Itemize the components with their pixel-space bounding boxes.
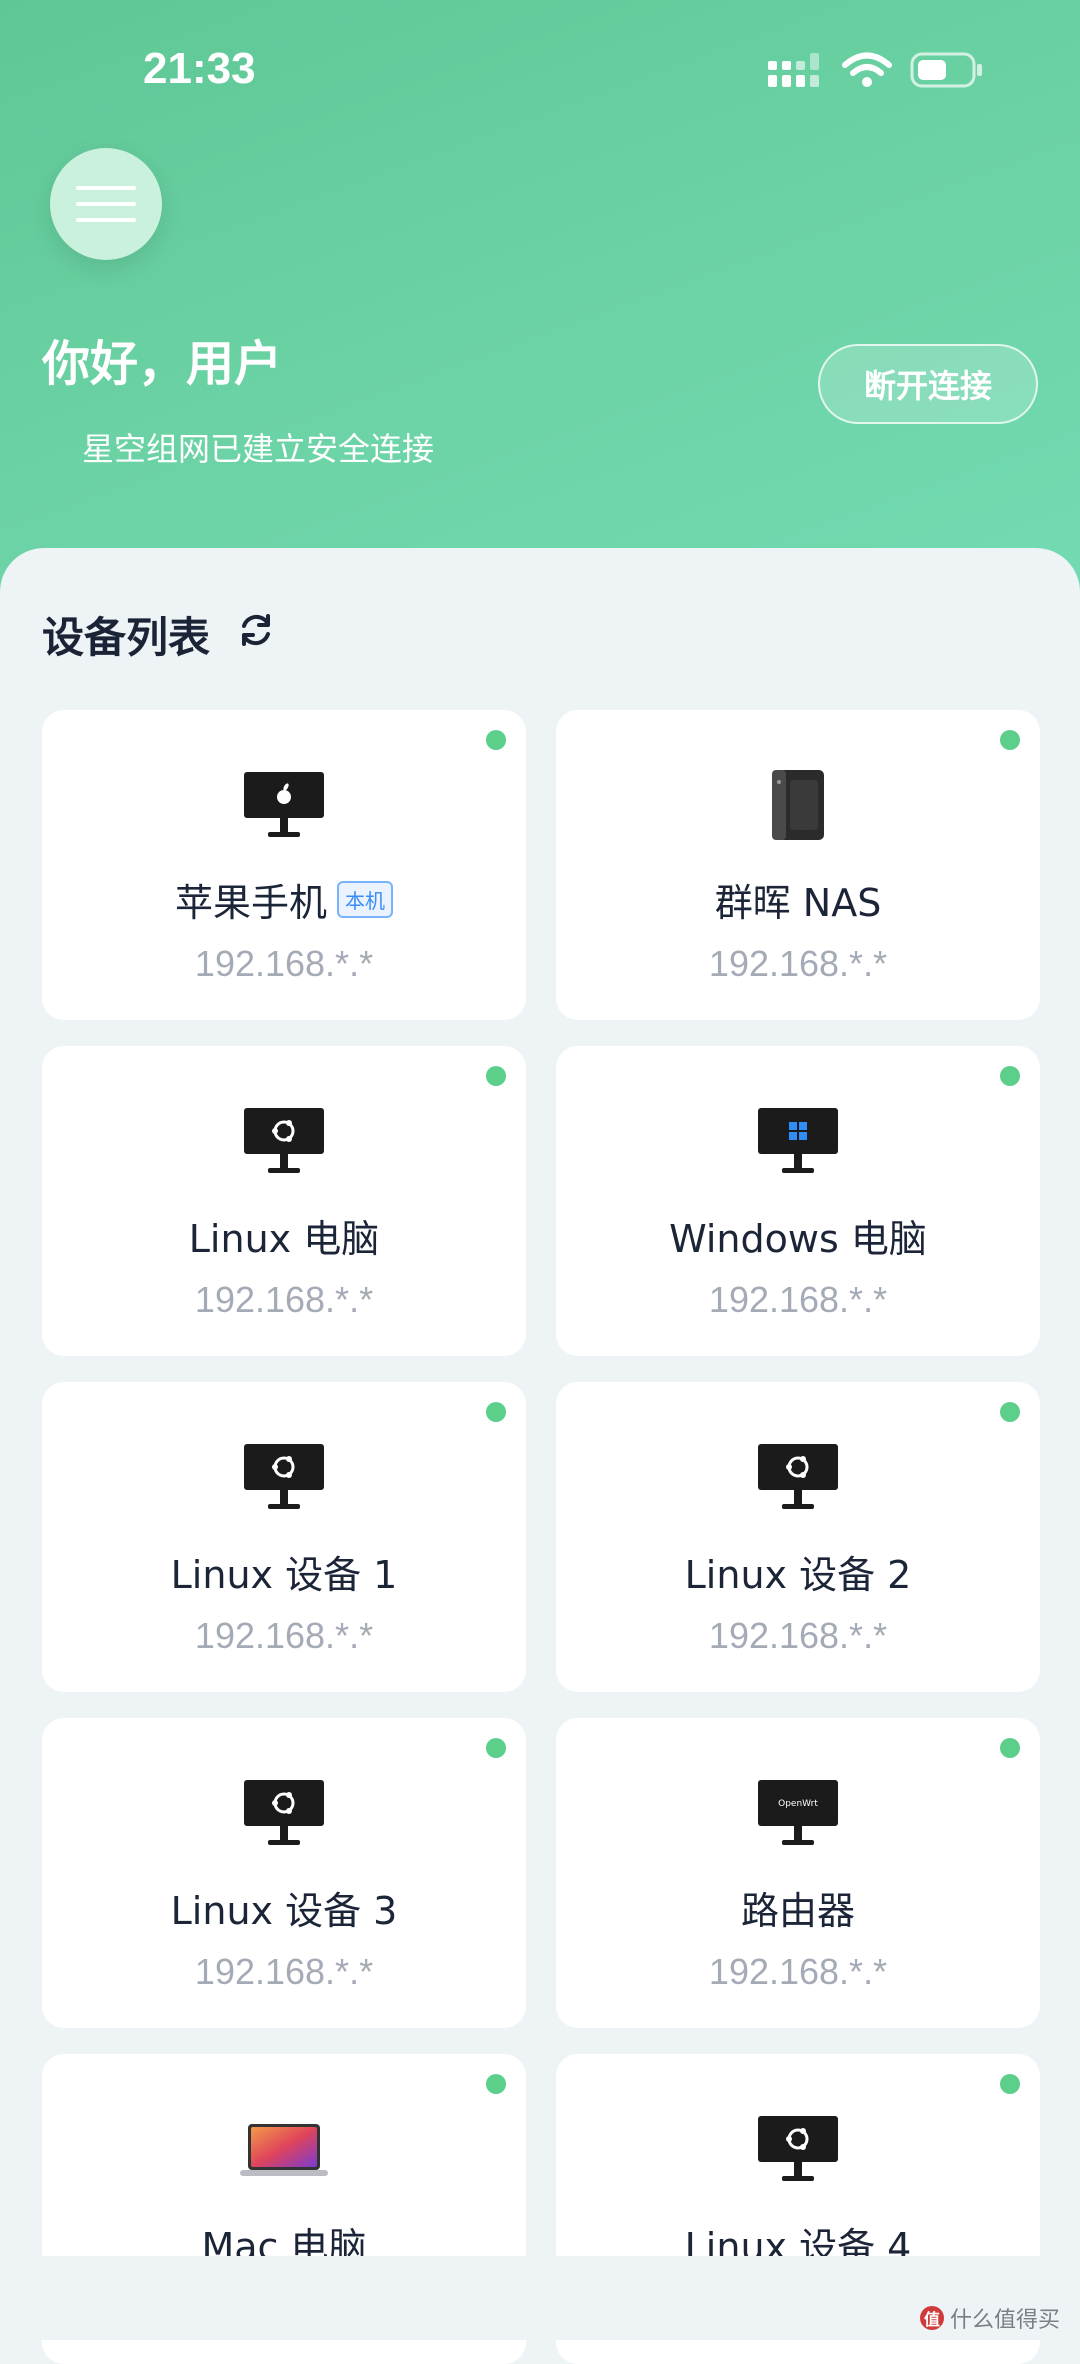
device-ip: 192.168.*.* [708, 1615, 888, 1656]
device-name: Linux 设备 2 [684, 1553, 912, 1597]
cellular-signal-icon [768, 53, 819, 87]
macbook-icon [240, 2124, 328, 2176]
status-icons [768, 52, 984, 88]
device-ip: 192.168.*.* [194, 1279, 374, 1320]
watermark-text: 什么值得买 [949, 2308, 1060, 2333]
device-card[interactable]: Linux 电脑 192.168.*.* [42, 1046, 526, 1356]
device-name: Linux 设备 1 [170, 1553, 398, 1597]
section-title: 设备列表 [42, 613, 211, 662]
wifi-icon [842, 52, 892, 87]
status-time: 21:33 [143, 44, 256, 93]
device-panel: 设备列表 苹果手机 本机 192.168.*.* 群晖 NAS 192.168.… [0, 548, 1080, 2364]
device-card[interactable]: Windows 电脑 192.168.*.* [556, 1046, 1040, 1356]
device-card[interactable]: 苹果手机 本机 192.168.*.* [42, 710, 526, 1020]
device-ip: 192.168.*.* [708, 943, 888, 984]
device-name: Windows 电脑 [669, 1217, 927, 1261]
online-status-dot [486, 730, 506, 750]
apple-monitor-icon [244, 772, 324, 837]
ubuntu-monitor-icon [244, 1444, 324, 1509]
ubuntu-monitor-icon [758, 2116, 838, 2181]
device-ip: 192.168.*.* [194, 1615, 374, 1656]
device-ip: 192.168.*.* [708, 1951, 888, 1992]
device-card[interactable]: Linux 设备 3 192.168.*.* [42, 1718, 526, 2028]
ubuntu-monitor-icon [244, 1780, 324, 1845]
online-status-dot [1000, 730, 1020, 750]
device-name: Linux 电脑 [188, 1217, 380, 1261]
online-status-dot [486, 1066, 506, 1086]
device-ip: 192.168.*.* [194, 943, 374, 984]
header: 21:33 你好，用户 星空组网已建立安全连接 断开连接 [0, 0, 1080, 600]
device-card[interactable]: Linux 设备 2 192.168.*.* [556, 1382, 1040, 1692]
device-card[interactable]: OpenWrt 路由器 192.168.*.* [556, 1718, 1040, 2028]
ubuntu-monitor-icon [758, 1444, 838, 1509]
device-card[interactable]: Linux 设备 1 192.168.*.* [42, 1382, 526, 1692]
battery-icon [910, 52, 982, 88]
openwrt-monitor-icon: OpenWrt [758, 1780, 838, 1845]
online-status-dot [1000, 1738, 1020, 1758]
bottom-fade [0, 2256, 1080, 2340]
online-status-dot [486, 1738, 506, 1758]
device-name: 苹果手机 [174, 881, 327, 925]
windows-monitor-icon [758, 1108, 838, 1173]
greeting: 你好，用户 [42, 336, 283, 392]
this-device-badge: 本机 [337, 881, 393, 918]
device-grid: 苹果手机 本机 192.168.*.* 群晖 NAS 192.168.*.* L… [42, 710, 1040, 2364]
device-name: Linux 设备 3 [170, 1889, 398, 1933]
openwrt-label: OpenWrt [778, 1799, 818, 1809]
refresh-icon[interactable] [236, 610, 276, 650]
disconnect-button[interactable]: 断开连接 [818, 344, 1038, 424]
device-name: 群晖 NAS [714, 881, 882, 925]
ubuntu-monitor-icon [244, 1108, 324, 1173]
connection-status-text: 星空组网已建立安全连接 [82, 430, 435, 468]
online-status-dot [1000, 1066, 1020, 1086]
device-name: 路由器 [740, 1889, 855, 1933]
watermark-logo-icon: 值 [919, 2306, 944, 2330]
online-status-dot [1000, 1402, 1020, 1422]
device-ip: 192.168.*.* [708, 1279, 888, 1320]
hamburger-menu-icon [76, 186, 136, 222]
online-status-dot [486, 1402, 506, 1422]
menu-button[interactable] [50, 148, 162, 260]
watermark: 值 什么值得买 [919, 2302, 1060, 2334]
online-status-dot [1000, 2074, 1020, 2094]
online-status-dot [486, 2074, 506, 2094]
nas-icon [772, 770, 824, 840]
device-card[interactable]: 群晖 NAS 192.168.*.* [556, 710, 1040, 1020]
device-ip: 192.168.*.* [194, 1951, 374, 1992]
